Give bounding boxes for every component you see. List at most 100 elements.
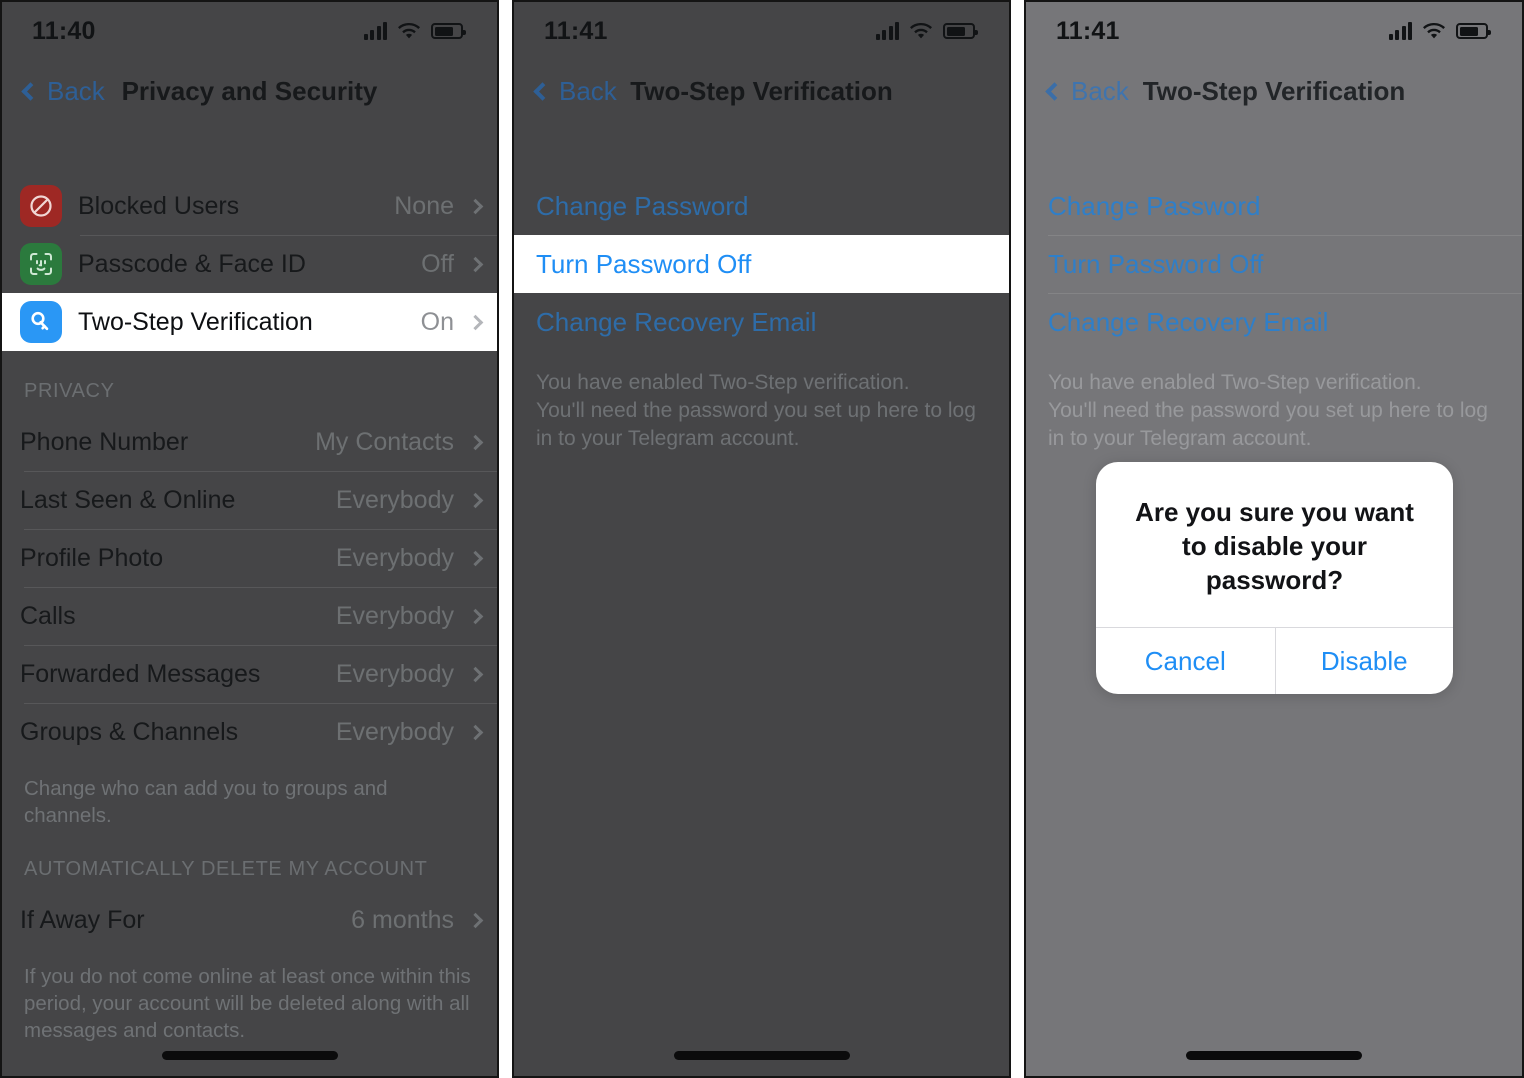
- settings-row-value: Everybody: [335, 659, 454, 688]
- link-turn-password-off[interactable]: Turn Password Off: [1026, 235, 1522, 293]
- disable-button[interactable]: Disable: [1274, 628, 1454, 694]
- status-bar: 11:41: [514, 2, 1009, 60]
- wifi-icon: [910, 22, 932, 40]
- settings-row-value: Everybody: [335, 717, 454, 746]
- cancel-button[interactable]: Cancel: [1096, 628, 1275, 694]
- chevron-left-icon: [1045, 81, 1064, 101]
- chevron-right-icon: [467, 314, 484, 330]
- settings-row-value: Everybody: [335, 543, 454, 572]
- chevron-right-icon: [467, 492, 484, 508]
- status-icons: [1388, 22, 1491, 40]
- chevron-right-icon: [467, 666, 484, 682]
- status-icons: [363, 22, 466, 40]
- settings-row-label: Groups & Channels: [20, 717, 239, 746]
- link-change-password[interactable]: Change Password: [1026, 177, 1522, 235]
- chevron-right-icon: [467, 724, 484, 740]
- status-time: 11:41: [544, 16, 608, 45]
- settings-row-value: Everybody: [335, 485, 454, 514]
- settings-row-label: Phone Number: [20, 427, 189, 456]
- settings-scroll-area[interactable]: Blocked Users None Passcode & Face ID Of…: [2, 122, 497, 1076]
- chevron-right-icon: [467, 198, 484, 214]
- disable-password-alert: Are you sure you want to disable your pa…: [1096, 462, 1453, 694]
- status-bar: 11:41: [1026, 2, 1522, 60]
- link-change-password[interactable]: Change Password: [514, 177, 1009, 235]
- status-icons: [875, 22, 978, 40]
- settings-row-passcode-face-id[interactable]: Passcode & Face ID Off: [2, 235, 497, 293]
- wifi-icon: [398, 22, 420, 40]
- settings-row-label: Passcode & Face ID: [78, 249, 306, 278]
- back-button[interactable]: Back: [20, 76, 105, 107]
- privacy-footnote: Change who can add you to groups and cha…: [24, 777, 388, 827]
- link-change-recovery-email[interactable]: Change Recovery Email: [514, 293, 1009, 351]
- settings-row-value: Off: [421, 249, 454, 278]
- settings-row-label: Last Seen & Online: [20, 485, 236, 514]
- battery-icon: [1456, 23, 1491, 39]
- settings-row-blocked-users[interactable]: Blocked Users None: [2, 177, 497, 235]
- settings-row-value: On: [420, 307, 454, 336]
- cellular-signal-icon: [1388, 22, 1412, 40]
- settings-row-label: Forwarded Messages: [20, 659, 261, 688]
- settings-row-value: My Contacts: [315, 427, 454, 456]
- two-step-description: You have enabled Two-Step verification. …: [1048, 371, 1488, 450]
- chevron-right-icon: [467, 256, 484, 272]
- settings-row-profile-photo[interactable]: Profile Photo Everybody: [2, 529, 497, 587]
- back-button-label: Back: [559, 75, 617, 106]
- alert-title: Are you sure you want to disable your pa…: [1135, 497, 1414, 595]
- settings-row-groups-channels[interactable]: Groups & Channels Everybody: [2, 703, 497, 761]
- settings-row-last-seen-online[interactable]: Last Seen & Online Everybody: [2, 471, 497, 529]
- battery-icon: [943, 23, 978, 39]
- settings-scroll-area[interactable]: Change Password Turn Password Off Change…: [514, 122, 1009, 1076]
- settings-row-forwarded-messages[interactable]: Forwarded Messages Everybody: [2, 645, 497, 703]
- chevron-right-icon: [467, 608, 484, 624]
- face-id-icon: [20, 243, 62, 285]
- settings-row-label: Calls: [20, 601, 76, 630]
- phone-screen-privacy-security: 11:40 Back Privacy and Security Blocked …: [0, 0, 499, 1078]
- settings-row-label: If Away For: [20, 905, 145, 934]
- nav-bar: Back Privacy and Security: [2, 60, 497, 122]
- settings-row-value: 6 months: [351, 905, 454, 934]
- section-header-auto-delete: AUTOMATICALLY DELETE MY ACCOUNT: [24, 858, 428, 880]
- back-button-label: Back: [47, 75, 105, 106]
- settings-row-two-step-verification[interactable]: Two-Step Verification On: [2, 293, 497, 351]
- chevron-left-icon: [21, 81, 40, 101]
- home-indicator[interactable]: [1186, 1051, 1362, 1060]
- settings-row-label: Profile Photo: [20, 543, 164, 572]
- settings-row-label: Two-Step Verification: [78, 307, 313, 336]
- link-change-recovery-email[interactable]: Change Recovery Email: [1026, 293, 1522, 351]
- settings-row-data-settings[interactable]: Data Settings: [2, 1072, 497, 1076]
- back-button[interactable]: Back: [1044, 76, 1129, 107]
- key-icon: [20, 301, 62, 343]
- wifi-icon: [1423, 22, 1445, 40]
- cellular-signal-icon: [875, 22, 899, 40]
- settings-row-calls[interactable]: Calls Everybody: [2, 587, 497, 645]
- link-turn-password-off[interactable]: Turn Password Off: [514, 235, 1009, 293]
- cellular-signal-icon: [363, 22, 387, 40]
- home-indicator[interactable]: [673, 1051, 850, 1060]
- chevron-left-icon: [533, 81, 552, 101]
- settings-row-if-away-for[interactable]: If Away For 6 months: [2, 891, 497, 949]
- screenshot-stage: 11:40 Back Privacy and Security Blocked …: [0, 0, 1524, 1078]
- status-bar: 11:40: [2, 2, 497, 60]
- blocked-users-icon: [20, 185, 62, 227]
- nav-bar: Back Two-Step Verification: [514, 60, 1009, 122]
- status-time: 11:40: [32, 16, 96, 45]
- two-step-description: You have enabled Two-Step verification. …: [536, 371, 976, 450]
- back-button-label: Back: [1071, 75, 1129, 106]
- home-indicator[interactable]: [161, 1051, 338, 1060]
- section-header-privacy: PRIVACY: [24, 380, 115, 402]
- chevron-right-icon: [467, 434, 484, 450]
- status-time: 11:41: [1056, 16, 1120, 45]
- nav-bar: Back Two-Step Verification: [1026, 60, 1522, 122]
- back-button[interactable]: Back: [532, 76, 617, 107]
- chevron-right-icon: [467, 550, 484, 566]
- settings-row-value: None: [394, 191, 454, 220]
- phone-screen-two-step-verification: 11:41 Back Two-Step Verification Change …: [512, 0, 1011, 1078]
- chevron-right-icon: [467, 912, 484, 928]
- auto-delete-footnote: If you do not come online at least once …: [24, 965, 471, 1042]
- settings-row-phone-number[interactable]: Phone Number My Contacts: [2, 413, 497, 471]
- settings-row-label: Blocked Users: [78, 191, 240, 220]
- settings-row-value: Everybody: [335, 601, 454, 630]
